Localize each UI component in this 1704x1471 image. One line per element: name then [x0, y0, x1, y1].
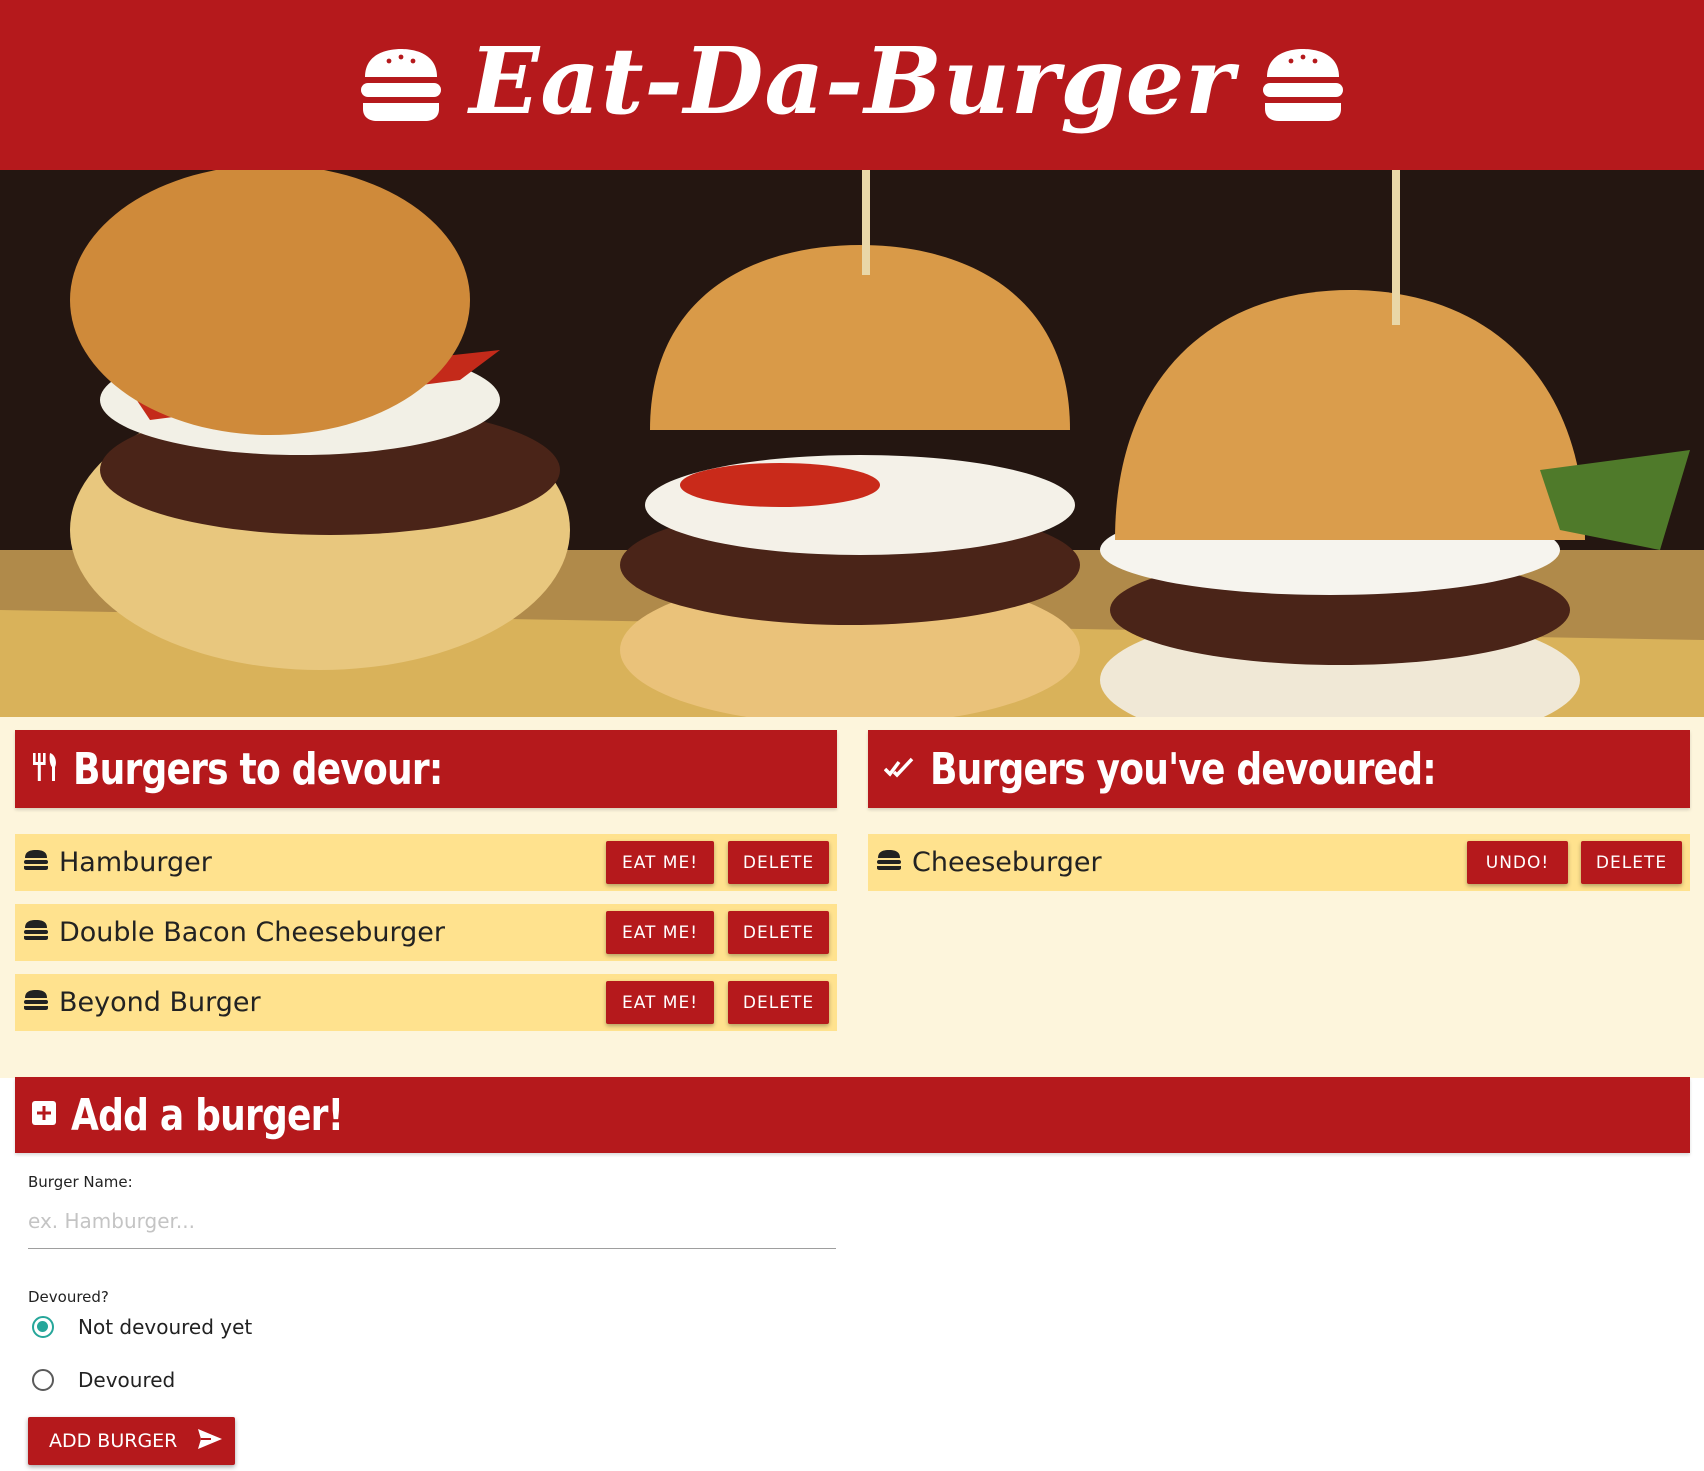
eat-me-button[interactable]: EAT ME!	[606, 981, 714, 1024]
delete-button[interactable]: DELETE	[1581, 841, 1682, 884]
to-devour-header: Burgers to devour:	[15, 730, 837, 808]
app-title: Eat-Da-Burger	[469, 27, 1235, 135]
undo-button[interactable]: UNDO!	[1467, 841, 1568, 884]
devoured-label: Devoured?	[28, 1288, 109, 1306]
burger-icon	[876, 849, 902, 876]
eat-me-button[interactable]: EAT ME!	[606, 841, 714, 884]
burger-name: Beyond Burger	[59, 987, 261, 1018]
burger-name: Double Bacon Cheeseburger	[59, 917, 445, 948]
page-header: Eat-Da-Burger	[0, 0, 1704, 170]
to-devour-title: Burgers to devour:	[73, 743, 443, 795]
add-burger-header: Add a burger!	[15, 1077, 1690, 1153]
burger-name-input[interactable]	[28, 1193, 836, 1249]
radio-not-devoured[interactable]: Not devoured yet	[32, 1315, 252, 1339]
utensils-icon	[31, 751, 59, 788]
burger-icon	[1261, 47, 1345, 123]
list-item: Hamburger EAT ME! DELETE	[15, 834, 837, 891]
radio-devoured[interactable]: Devoured	[32, 1368, 175, 1392]
list-item: Beyond Burger EAT ME! DELETE	[15, 974, 837, 1031]
burger-name: Hamburger	[59, 847, 212, 878]
burger-icon	[23, 989, 49, 1016]
plus-square-icon	[31, 1100, 57, 1131]
list-item: Double Bacon Cheeseburger EAT ME! DELETE	[15, 904, 837, 961]
burger-name: Cheeseburger	[912, 847, 1102, 878]
add-burger-label: ADD BURGER	[49, 1430, 178, 1452]
delete-button[interactable]: DELETE	[728, 981, 829, 1024]
radio-button[interactable]	[32, 1369, 54, 1391]
double-check-icon	[883, 754, 916, 785]
delete-button[interactable]: DELETE	[728, 841, 829, 884]
devoured-title: Burgers you've devoured:	[930, 743, 1437, 795]
burger-icon	[359, 47, 443, 123]
list-item: Cheeseburger UNDO! DELETE	[868, 834, 1690, 891]
devoured-header: Burgers you've devoured:	[868, 730, 1690, 808]
radio-button-selected[interactable]	[32, 1316, 54, 1338]
burger-icon	[23, 919, 49, 946]
delete-button[interactable]: DELETE	[728, 911, 829, 954]
hero-burgers-image	[0, 170, 1704, 717]
radio-label: Devoured	[78, 1368, 176, 1392]
add-burger-button[interactable]: ADD BURGER	[28, 1417, 235, 1465]
send-icon	[197, 1428, 223, 1455]
add-burger-title: Add a burger!	[71, 1089, 344, 1141]
burger-name-label: Burger Name:	[28, 1173, 133, 1191]
radio-label: Not devoured yet	[78, 1315, 253, 1339]
eat-me-button[interactable]: EAT ME!	[606, 911, 714, 954]
burger-icon	[23, 849, 49, 876]
